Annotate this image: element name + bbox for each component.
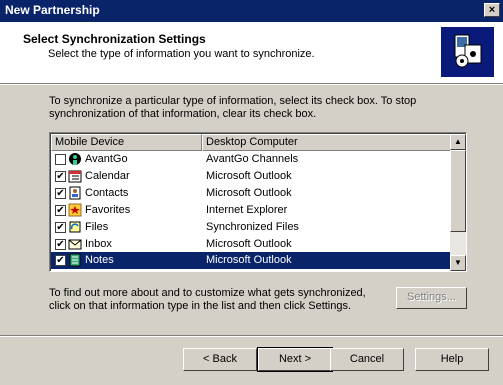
column-header-mobile-device[interactable]: Mobile Device — [51, 134, 202, 151]
help-button[interactable]: Help — [415, 348, 489, 371]
list-item[interactable]: ✔ Calendar Microsoft Outlook — [51, 168, 450, 185]
files-icon — [68, 220, 82, 234]
mobile-device-label: AvantGo — [85, 153, 128, 165]
desktop-computer-label: AvantGo Channels — [206, 153, 299, 165]
cancel-button[interactable]: Cancel — [330, 348, 404, 371]
scroll-down-button[interactable]: ▼ — [450, 255, 466, 271]
list-item[interactable]: ✔ Contacts Microsoft Outlook — [51, 185, 450, 202]
mobile-device-label: Inbox — [85, 237, 112, 250]
checkbox-checked[interactable]: ✔ — [55, 221, 66, 233]
mobile-device-label: Files — [85, 220, 109, 233]
checkbox-checked[interactable]: ✔ — [55, 255, 66, 267]
desktop-computer-label: Microsoft Outlook — [206, 186, 292, 199]
desktop-computer-label: Synchronized Files — [206, 220, 299, 233]
avantgo-icon — [68, 152, 82, 166]
mobile-device-label: Notes — [84, 254, 115, 267]
desktop-computer-label: Microsoft Outlook — [206, 254, 292, 267]
list-item[interactable]: ✔ Inbox Microsoft Outlook — [51, 236, 450, 253]
list-item[interactable]: AvantGo AvantGo Channels — [51, 151, 450, 168]
inbox-icon — [68, 237, 82, 251]
window-title: New Partnership — [5, 3, 100, 17]
list-item[interactable]: ✔ Favorites Internet Explorer — [51, 202, 450, 219]
checkbox-checked[interactable]: ✔ — [55, 204, 66, 216]
desktop-computer-label: Internet Explorer — [206, 203, 288, 216]
scroll-thumb[interactable] — [450, 150, 466, 232]
mobile-device-label: Calendar — [85, 169, 130, 182]
desktop-computer-label: Microsoft Outlook — [206, 169, 292, 182]
settings-button[interactable]: Settings... — [396, 287, 467, 309]
mobile-device-label: Favorites — [85, 203, 131, 216]
sync-types-list[interactable]: Mobile Device Desktop Computer AvantGo Av… — [49, 132, 467, 272]
checkbox-checked[interactable]: ✔ — [55, 187, 66, 199]
checkbox-checked[interactable]: ✔ — [55, 170, 66, 182]
mobile-device-label: Contacts — [85, 186, 129, 199]
desktop-computer-label: Microsoft Outlook — [206, 237, 292, 250]
close-button[interactable]: × — [484, 3, 500, 17]
vertical-scrollbar[interactable]: ▲ ▼ — [450, 134, 466, 271]
checkbox-checked[interactable]: ✔ — [55, 238, 66, 250]
checkbox-unchecked[interactable] — [55, 154, 66, 165]
page-title: Select Synchronization Settings — [23, 32, 206, 46]
column-header-desktop-computer[interactable]: Desktop Computer — [202, 134, 451, 151]
info-text: To find out more about and to customize … — [49, 287, 366, 312]
back-button[interactable]: < Back — [183, 348, 257, 371]
contacts-icon — [68, 186, 82, 200]
footer-divider-highlight — [0, 336, 503, 337]
notes-icon — [68, 253, 82, 267]
scroll-up-button[interactable]: ▲ — [450, 134, 466, 150]
page-subtitle: Select the type of information you want … — [48, 48, 315, 60]
next-button[interactable]: Next > — [257, 347, 333, 372]
wizard-header: Select Synchronization Settings Select t… — [0, 22, 503, 83]
list-item[interactable]: ✔ Files Synchronized Files — [51, 219, 450, 236]
title-bar: New Partnership × — [0, 0, 503, 22]
sync-devices-icon — [441, 27, 494, 77]
favorites-icon — [68, 203, 82, 217]
calendar-icon — [68, 169, 82, 183]
header-divider-highlight — [0, 84, 503, 85]
intro-text: To synchronize a particular type of info… — [49, 95, 417, 120]
list-item[interactable]: ✔ Notes Microsoft Outlook — [51, 252, 450, 270]
